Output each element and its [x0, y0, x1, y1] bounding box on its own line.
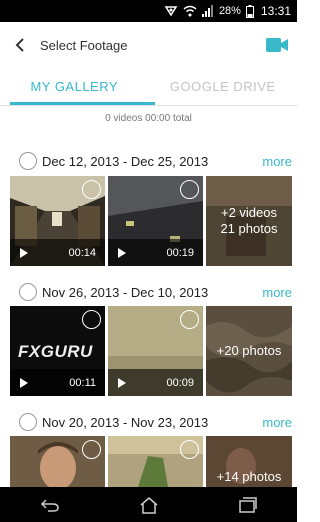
play-icon — [20, 247, 28, 258]
section-date-range: Dec 12, 2013 - Dec 25, 2013 — [42, 153, 209, 169]
video-duration: 00:14 — [68, 246, 96, 259]
thumbnail-row: FXGURU 00:11 00:09 +20 photos — [10, 306, 292, 396]
section-date-range: Nov 26, 2013 - Dec 10, 2013 — [42, 284, 209, 300]
section-header: Dec 12, 2013 - Dec 25, 2013 more — [0, 149, 297, 173]
thumbnail-select-checkbox[interactable] — [82, 180, 101, 199]
thumbnail-row: 00:14 00:19 +2 videos 21 photos — [10, 176, 292, 266]
tab-my-gallery[interactable]: MY GALLERY — [0, 68, 149, 105]
video-thumbnail[interactable]: 00:09 — [108, 306, 203, 396]
video-thumbnail[interactable]: 00:19 — [108, 176, 203, 266]
page-title: Select Footage — [40, 37, 128, 53]
video-camera-button[interactable] — [265, 35, 289, 55]
section-select-checkbox[interactable] — [19, 283, 37, 301]
active-tab-indicator — [10, 102, 155, 105]
more-items-overlay: +14 photos — [206, 436, 292, 487]
video-duration: 00:11 — [69, 376, 96, 389]
more-photos-count: 21 photos — [220, 221, 278, 236]
play-icon — [20, 377, 28, 388]
section-header: Nov 20, 2013 - Nov 23, 2013 more — [0, 410, 297, 434]
recent-apps-icon — [238, 496, 257, 513]
video-info-bar: 00:11 — [10, 369, 105, 396]
source-tabs: MY GALLERY GOOGLE DRIVE — [0, 68, 297, 106]
video-camera-icon — [266, 38, 288, 52]
back-arrow-icon — [15, 38, 24, 52]
more-link[interactable]: more — [262, 154, 292, 169]
system-home-button[interactable] — [129, 487, 169, 522]
more-videos-count: +2 videos — [220, 205, 277, 220]
status-bar: 28% 13:31 — [0, 0, 297, 22]
battery-percent: 28% — [218, 5, 241, 17]
section-select-checkbox[interactable] — [19, 413, 37, 431]
video-info-bar: 00:09 — [108, 369, 203, 396]
thumbnail-select-checkbox[interactable] — [180, 180, 199, 199]
thumbnail-select-checkbox[interactable] — [180, 310, 199, 329]
signal-icon — [201, 5, 213, 17]
thumbnail-select-checkbox[interactable] — [180, 440, 199, 459]
video-thumbnail[interactable]: 00:14 — [10, 176, 105, 266]
thumbnail-select-checkbox[interactable] — [82, 440, 101, 459]
system-nav-bar — [0, 487, 297, 522]
video-duration: 00:19 — [166, 246, 194, 259]
photo-thumbnail[interactable] — [10, 436, 105, 487]
more-items-tile[interactable]: +2 videos 21 photos — [206, 176, 292, 266]
wifi-icon — [183, 5, 197, 17]
video-thumbnail[interactable]: FXGURU 00:11 — [10, 306, 105, 396]
battery-icon — [245, 4, 254, 18]
tab-google-drive[interactable]: GOOGLE DRIVE — [149, 68, 298, 105]
play-icon — [118, 247, 126, 258]
more-link[interactable]: more — [262, 285, 292, 300]
more-items-tile[interactable]: +20 photos — [206, 306, 292, 396]
video-info-bar: 00:14 — [10, 239, 105, 266]
play-icon — [118, 377, 126, 388]
home-icon — [140, 496, 157, 514]
video-info-bar: 00:19 — [108, 239, 203, 266]
selection-summary: 0 videos 00:00 total — [105, 113, 192, 124]
video-duration: 00:09 — [166, 376, 194, 389]
fxguru-logo-text: FXGURU — [18, 342, 93, 361]
section-select-checkbox[interactable] — [19, 152, 37, 170]
section-header: Nov 26, 2013 - Dec 10, 2013 more — [0, 280, 297, 304]
app-bar: Select Footage — [0, 22, 297, 68]
more-items-tile[interactable]: +14 photos — [206, 436, 292, 487]
system-back-button[interactable] — [30, 487, 70, 522]
back-icon — [40, 498, 59, 512]
more-link[interactable]: more — [262, 415, 292, 430]
system-recent-apps-button[interactable] — [228, 487, 268, 522]
thumbnail-select-checkbox[interactable] — [82, 310, 101, 329]
more-items-overlay: +20 photos — [206, 306, 292, 396]
back-button[interactable] — [0, 22, 40, 68]
more-items-overlay: +2 videos 21 photos — [206, 176, 292, 266]
thumbnail-row: +14 photos — [10, 436, 292, 487]
sync-icon — [164, 6, 178, 17]
clock: 13:31 — [260, 4, 291, 18]
more-photos-count: +14 photos — [216, 469, 282, 484]
more-photos-count: +20 photos — [216, 343, 282, 358]
section-date-range: Nov 20, 2013 - Nov 23, 2013 — [42, 414, 209, 430]
photo-thumbnail[interactable] — [108, 436, 203, 487]
